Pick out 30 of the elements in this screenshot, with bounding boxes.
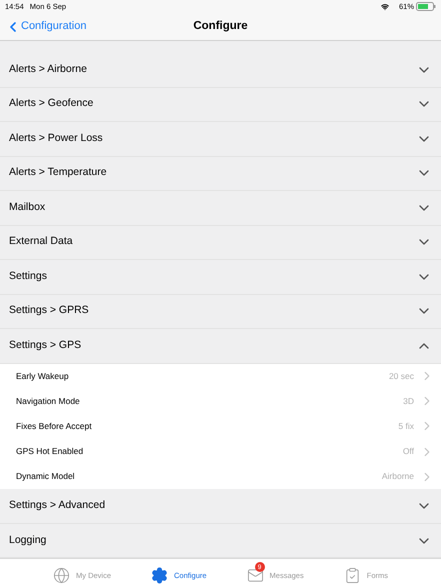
section-header[interactable]: Settings > Advanced xyxy=(0,489,441,524)
setting-row[interactable]: Navigation Mode 3D xyxy=(0,388,441,414)
setting-label: Dynamic Model xyxy=(16,470,76,484)
section-header[interactable]: Settings > GPRS xyxy=(0,294,441,329)
back-button[interactable]: Configuration xyxy=(0,18,86,35)
setting-label: Early Wakeup xyxy=(16,370,70,382)
setting-row[interactable]: GPS Hot Enabled Off xyxy=(0,439,441,464)
battery-icon xyxy=(416,2,436,11)
setting-row[interactable]: Dynamic Model Airborne xyxy=(0,464,441,490)
globe-icon xyxy=(53,567,70,584)
section-header[interactable]: Alerts > Power Loss xyxy=(0,122,441,156)
setting-label: GPS Hot Enabled xyxy=(16,445,84,458)
setting-label: Navigation Mode xyxy=(16,394,81,408)
setting-label: Fixes Before Accept xyxy=(16,420,93,433)
section-header[interactable]: Alerts > Geofence xyxy=(0,88,441,122)
window-title: Configure xyxy=(193,18,248,34)
section-header[interactable]: Alerts > Temperature xyxy=(0,156,441,191)
setting-value: 5 fix xyxy=(398,420,414,433)
setting-row[interactable]: Early Wakeup 20 sec xyxy=(0,364,441,389)
section-header[interactable]: External Data xyxy=(0,226,441,260)
section-header[interactable]: Alerts > Airborne xyxy=(0,53,441,88)
section-header[interactable]: Settings xyxy=(0,260,441,294)
setting-value: 3D xyxy=(403,394,414,408)
setting-row[interactable]: Fixes Before Accept 5 fix xyxy=(0,414,441,440)
setting-value: Off xyxy=(402,445,414,458)
setting-value: 20 sec xyxy=(388,370,414,382)
wifi-icon xyxy=(380,2,389,10)
clipboard-icon xyxy=(344,567,361,584)
setting-value: Airborne xyxy=(382,470,414,484)
section-header[interactable]: Mailbox xyxy=(0,191,441,226)
